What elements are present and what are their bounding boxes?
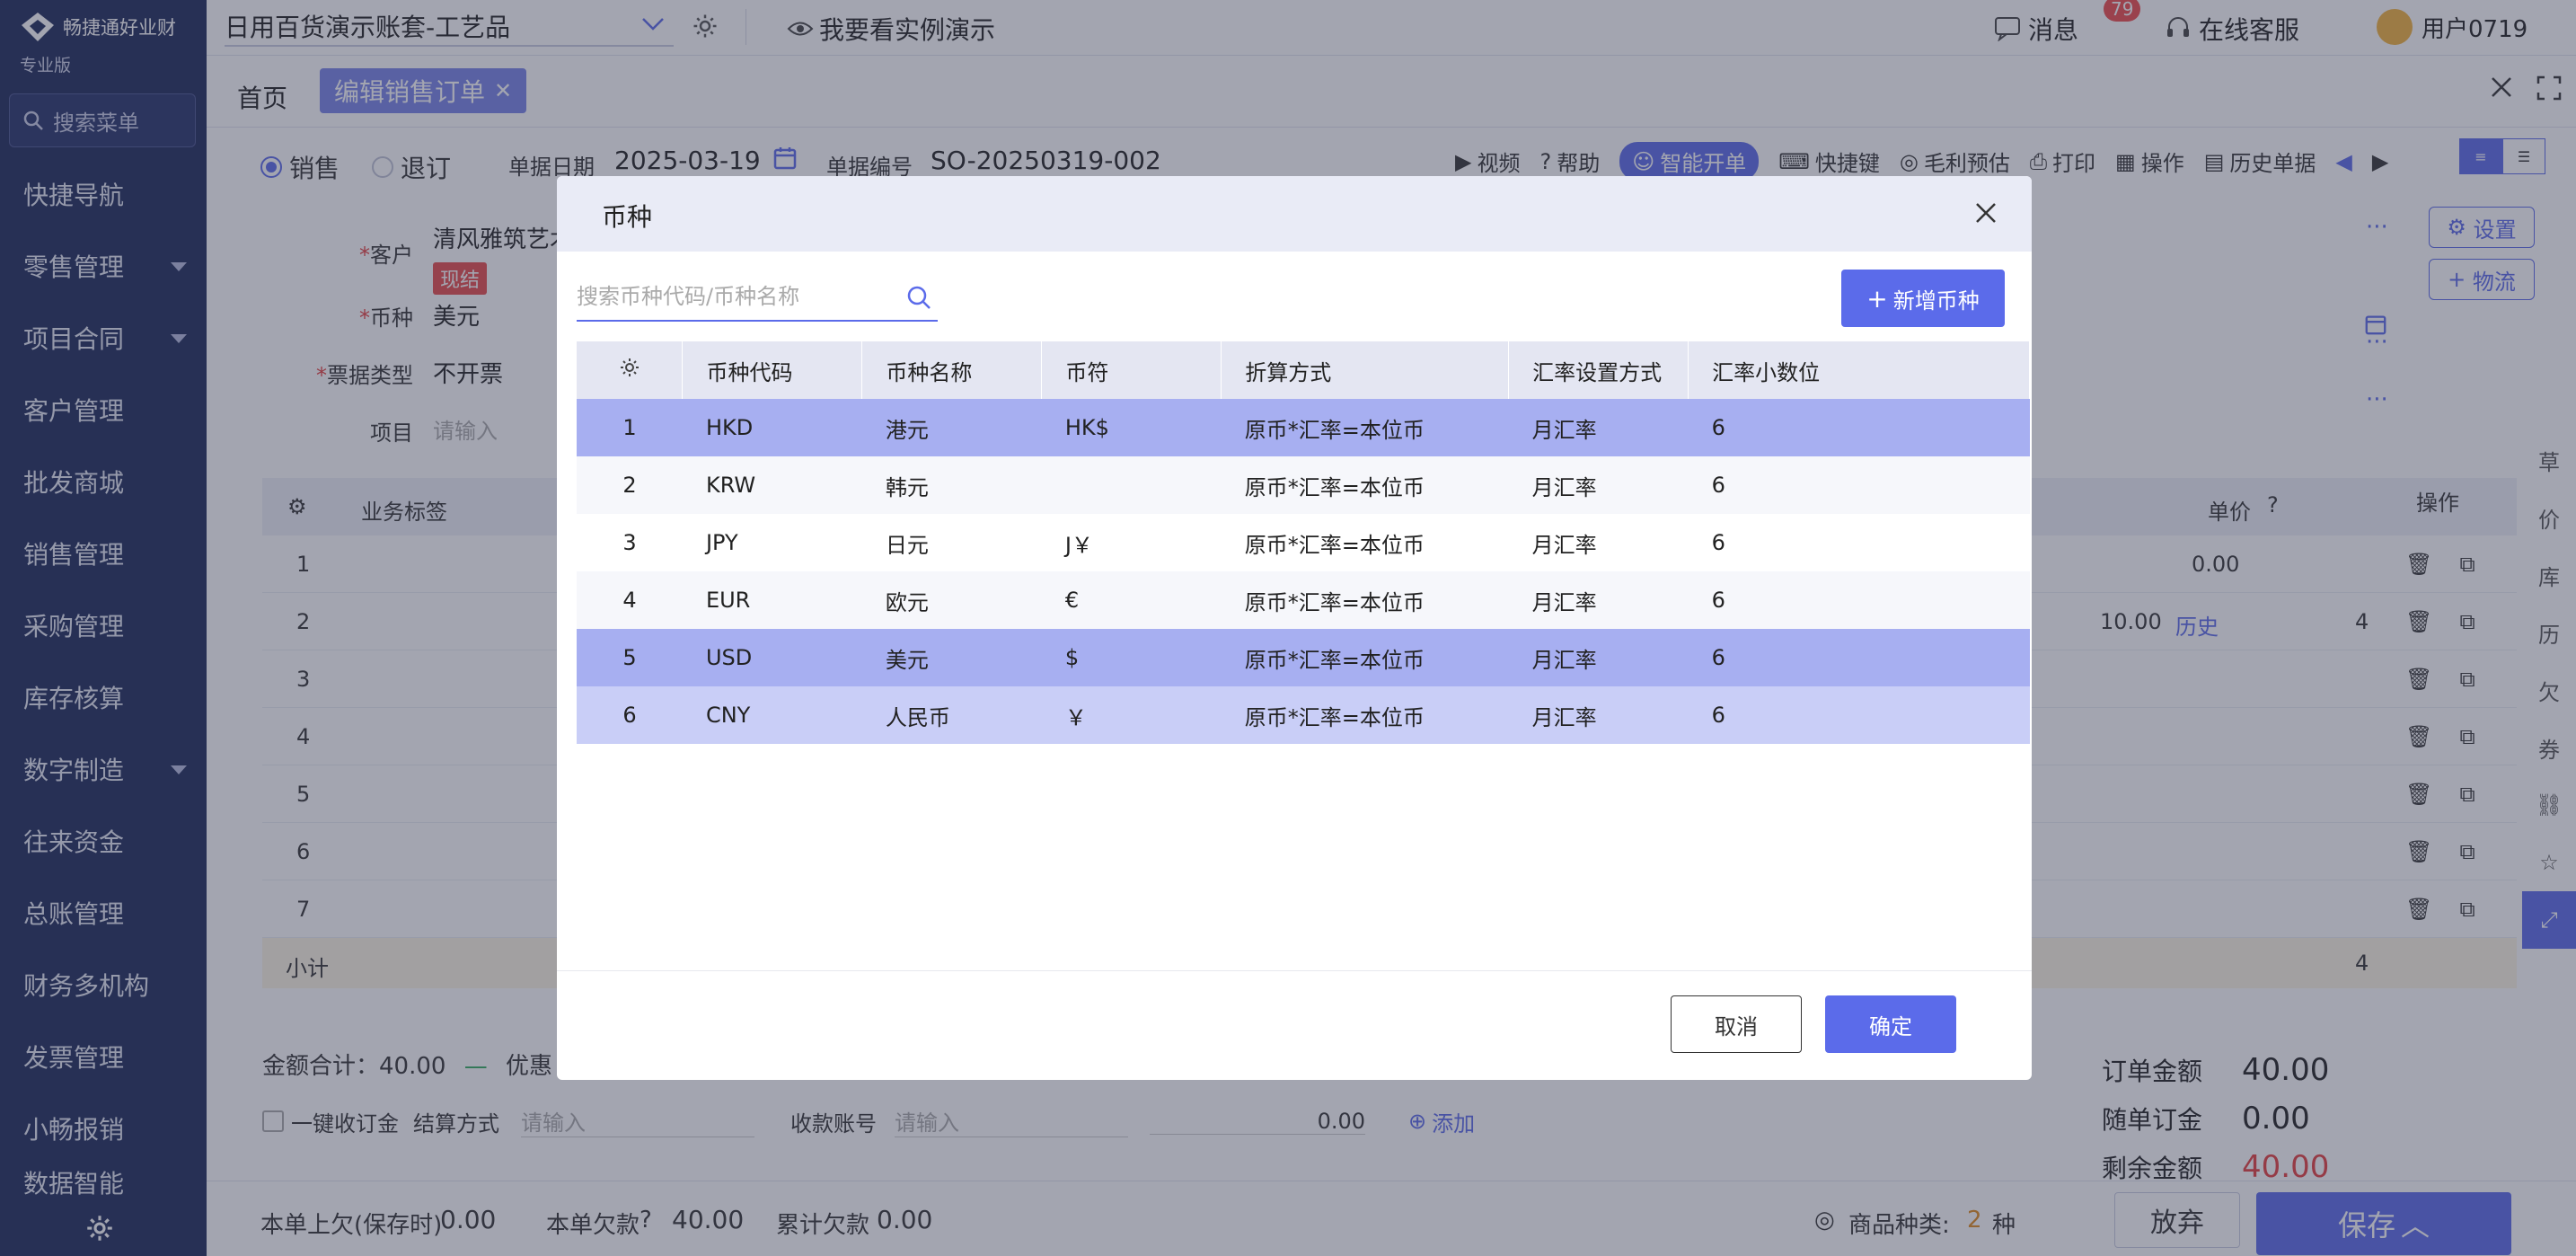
conversion-method: 原币*汇率=本位币: [1221, 456, 1509, 514]
table-row[interactable]: 1 HKD 港元 HK$ 原币*汇率=本位币 月汇率 6: [577, 399, 2030, 456]
add-currency-button[interactable]: + 新增币种: [1841, 270, 2005, 327]
currency-symbol: $: [1041, 629, 1222, 686]
currency-name: 日元: [885, 532, 929, 558]
gear-icon[interactable]: [577, 357, 682, 378]
currency-code: JPY: [705, 530, 738, 555]
conversion-method: 原币*汇率=本位币: [1221, 629, 1509, 686]
currency-symbol: J￥: [1064, 532, 1093, 558]
conversion-method: 原币*汇率=本位币: [1221, 686, 1509, 744]
currency-symbol: ￥: [1041, 686, 1222, 744]
rate-decimals: 6: [1688, 686, 2030, 744]
table-row[interactable]: 3 JPY 日元 J￥ 原币*汇率=本位币 月汇率 6: [577, 514, 2030, 571]
rate-decimals: 6: [1711, 530, 1725, 555]
column-header: 汇率设置方式: [1508, 341, 1689, 399]
currency-dialog: 币种 + 新增币种 币种代码 币种名称 币符 折算方式 汇率设置方式 汇率小数位: [557, 176, 2032, 1080]
row-no: 2: [577, 456, 683, 514]
currency-symbol: €: [1041, 571, 1222, 629]
row-no: 3: [622, 530, 637, 555]
table-row[interactable]: 4 EUR 欧元 € 原币*汇率=本位币 月汇率 6: [577, 571, 2030, 629]
currency-code: HKD: [682, 399, 862, 456]
currency-code: KRW: [682, 456, 862, 514]
divider: [557, 970, 2032, 971]
currency-name: 韩元: [861, 456, 1042, 514]
currency-search: [577, 273, 938, 322]
column-header: 币符: [1041, 341, 1222, 399]
rate-decimals: 6: [1688, 629, 2030, 686]
rate-mode: 月汇率: [1508, 629, 1689, 686]
conversion-method: 原币*汇率=本位币: [1244, 532, 1425, 558]
column-header: 币种名称: [861, 341, 1043, 399]
currency-code: USD: [682, 629, 862, 686]
row-no: 5: [577, 629, 683, 686]
currency-symbol: HK$: [1041, 399, 1222, 456]
currency-code: CNY: [682, 686, 862, 744]
rate-mode: 月汇率: [1508, 399, 1689, 456]
currency-code: EUR: [682, 571, 862, 629]
currency-name: 美元: [861, 629, 1042, 686]
row-no: 1: [577, 399, 683, 456]
rate-mode: 月汇率: [1508, 686, 1689, 744]
conversion-method: 原币*汇率=本位币: [1221, 399, 1509, 456]
table-row[interactable]: 6 CNY 人民币 ￥ 原币*汇率=本位币 月汇率 6: [577, 686, 2030, 744]
currency-search-input[interactable]: [577, 279, 891, 314]
dialog-header: 币种: [557, 176, 2032, 252]
table-row[interactable]: 5 USD 美元 $ 原币*汇率=本位币 月汇率 6: [577, 629, 2030, 686]
confirm-button[interactable]: 确定: [1825, 995, 1956, 1053]
add-currency-label: 新增币种: [1892, 287, 1980, 314]
currency-name: 人民币: [861, 686, 1042, 744]
currency-symbol: [1041, 456, 1222, 514]
conversion-method: 原币*汇率=本位币: [1221, 571, 1509, 629]
table-row[interactable]: 2 KRW 韩元 原币*汇率=本位币 月汇率 6: [577, 456, 2030, 514]
column-header: 汇率小数位: [1688, 341, 2030, 399]
search-icon[interactable]: [905, 284, 932, 311]
currency-name: 欧元: [861, 571, 1042, 629]
column-header: 币种代码: [682, 341, 863, 399]
rate-mode: 月汇率: [1531, 532, 1597, 558]
row-no: 4: [577, 571, 683, 629]
cancel-button[interactable]: 取消: [1671, 995, 1802, 1053]
rate-mode: 月汇率: [1508, 571, 1689, 629]
column-header: 折算方式: [1221, 341, 1510, 399]
close-icon[interactable]: [1974, 201, 1998, 225]
row-no: 6: [577, 686, 683, 744]
column-settings[interactable]: [577, 341, 684, 399]
currency-name: 港元: [861, 399, 1042, 456]
table-header: 币种代码 币种名称 币符 折算方式 汇率设置方式 汇率小数位: [577, 341, 2030, 399]
currency-table: 币种代码 币种名称 币符 折算方式 汇率设置方式 汇率小数位 1 HKD 港元 …: [577, 341, 2030, 744]
rate-decimals: 6: [1688, 399, 2030, 456]
plus-icon: +: [1866, 283, 1888, 314]
rate-decimals: 6: [1688, 571, 2030, 629]
rate-decimals: 6: [1688, 456, 2030, 514]
dialog-title: 币种: [602, 202, 653, 232]
rate-mode: 月汇率: [1508, 456, 1689, 514]
